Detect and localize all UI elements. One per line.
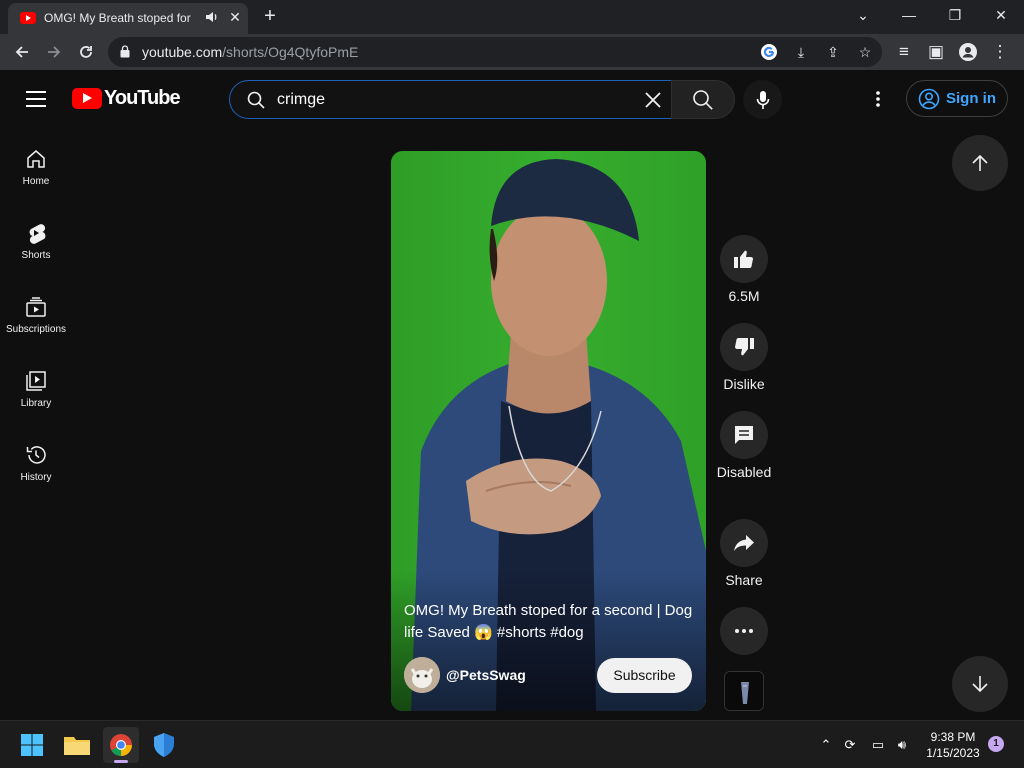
dislike-button[interactable]	[720, 323, 768, 371]
shorts-icon	[29, 224, 46, 244]
share-page-icon[interactable]: ⇪	[824, 43, 842, 61]
sign-in-button[interactable]: Sign in	[906, 80, 1008, 117]
notification-badge[interactable]: 1	[988, 736, 1004, 752]
sidebar-item-library[interactable]: Library	[0, 370, 72, 440]
channel-name[interactable]: @PetsSwag	[446, 667, 526, 683]
url-text: youtube.com/shorts/Og4QtyfoPmE	[142, 44, 359, 60]
channel-avatar[interactable]	[404, 657, 440, 693]
folder-icon	[64, 737, 90, 755]
search-icon	[247, 91, 265, 109]
shield-icon	[154, 733, 174, 757]
tab-search-icon[interactable]: ⌄	[840, 0, 886, 32]
thumbs-up-icon	[734, 250, 754, 269]
hamburger-menu-icon[interactable]	[26, 91, 46, 107]
windows-taskbar: ⌃ ⟳ ▭ 🔊︎ 9:38 PM 1/15/2023 1	[0, 720, 1024, 768]
forward-button[interactable]	[40, 38, 68, 66]
sidebar-item-label: Shorts	[21, 250, 51, 261]
sidebar-item-history[interactable]: History	[0, 444, 72, 514]
sidebar-item-label: History	[20, 472, 52, 483]
profile-icon[interactable]	[954, 38, 982, 66]
shorts-video-player[interactable]: OMG! My Breath stoped for a second | Dog…	[391, 151, 706, 711]
clock-date[interactable]: 1/15/2023	[918, 746, 988, 760]
chrome-menu-icon[interactable]: ⋮	[986, 38, 1014, 66]
sidebar-item-label: Library	[20, 398, 52, 409]
comments-button[interactable]	[720, 411, 768, 459]
bookmark-star-icon[interactable]: ☆	[856, 43, 874, 61]
comments-disabled-label: Disabled	[716, 464, 772, 480]
sidebar-item-subscriptions[interactable]: Subscriptions	[0, 296, 72, 366]
more-options-icon[interactable]	[868, 89, 888, 109]
like-button[interactable]	[720, 235, 768, 283]
sidebar-item-home[interactable]: Home	[0, 148, 72, 218]
previous-short-button[interactable]	[952, 135, 1008, 191]
history-icon	[26, 446, 46, 464]
clear-search-icon[interactable]	[640, 87, 666, 113]
sidebar-item-label: Home	[22, 176, 50, 187]
file-explorer-button[interactable]	[59, 727, 95, 763]
chrome-icon	[110, 734, 132, 756]
arrow-up-icon	[972, 154, 988, 171]
tray-overflow-icon[interactable]: ⌃	[817, 736, 835, 754]
next-short-button[interactable]	[952, 656, 1008, 712]
more-horizontal-icon	[735, 629, 753, 633]
security-taskbar-button[interactable]	[146, 727, 182, 763]
clock-time[interactable]: 9:38 PM	[918, 730, 988, 744]
youtube-favicon-icon	[20, 12, 36, 24]
media-control-icon[interactable]: ≡	[890, 38, 918, 66]
search-icon	[693, 90, 713, 110]
dislike-label: Dislike	[723, 376, 765, 392]
more-actions-button[interactable]	[720, 607, 768, 655]
thumbs-down-icon	[734, 337, 754, 356]
share-button[interactable]	[720, 519, 768, 567]
sidebar-item-shorts[interactable]: Shorts	[0, 222, 72, 292]
subscribe-button[interactable]: Subscribe	[597, 658, 692, 693]
sidebar-item-label: Subscriptions	[5, 324, 67, 335]
search-button[interactable]	[671, 80, 735, 119]
comment-icon	[735, 426, 753, 444]
windows-logo-icon	[21, 734, 43, 756]
window-close-button[interactable]: ✕	[978, 0, 1024, 32]
subscriptions-icon	[26, 297, 46, 317]
sound-thumbnail[interactable]	[724, 671, 764, 711]
start-button[interactable]	[14, 727, 50, 763]
back-button[interactable]	[8, 38, 36, 66]
arrow-down-icon	[972, 676, 988, 693]
voice-search-button[interactable]	[743, 80, 782, 119]
youtube-wordmark[interactable]: YouTube	[104, 87, 181, 110]
minimize-button[interactable]: —	[886, 0, 932, 32]
lock-icon[interactable]	[120, 45, 130, 58]
youtube-logo-icon[interactable]	[72, 88, 102, 109]
google-lens-icon[interactable]	[760, 43, 778, 61]
browser-tab-strip: OMG! My Breath stoped for a second | Dog…	[0, 0, 1024, 34]
sign-in-label: Sign in	[946, 90, 996, 107]
browser-toolbar: youtube.com/shorts/Og4QtyfoPmE ⤓ ⇪ ☆ ≡ ▣…	[0, 34, 1024, 70]
install-app-icon[interactable]: ⤓	[792, 43, 810, 61]
network-icon[interactable]: ▭	[869, 736, 887, 754]
reload-button[interactable]	[72, 38, 100, 66]
microphone-icon	[756, 91, 770, 109]
side-panel-icon[interactable]: ▣	[922, 38, 950, 66]
volume-icon[interactable]: 🔊︎	[893, 736, 911, 754]
new-tab-button[interactable]: +	[258, 4, 282, 28]
sync-icon[interactable]: ⟳	[841, 736, 859, 754]
restore-button[interactable]: ❐	[932, 0, 978, 32]
tab-audio-icon[interactable]	[204, 9, 220, 27]
chrome-taskbar-button[interactable]	[103, 727, 139, 763]
tab-title: OMG! My Breath stoped for a second | Dog…	[44, 11, 194, 25]
youtube-header: YouTube Sign in	[0, 70, 1024, 128]
search-input[interactable]	[277, 87, 617, 113]
tab-close-icon[interactable]: ✕	[226, 8, 244, 26]
share-icon	[734, 535, 754, 551]
address-bar[interactable]: youtube.com/shorts/Og4QtyfoPmE ⤓ ⇪ ☆	[108, 37, 882, 67]
browser-tab[interactable]: OMG! My Breath stoped for a second | Dog…	[8, 3, 248, 34]
search-box[interactable]	[229, 80, 672, 119]
like-count: 6.5M	[728, 288, 760, 304]
home-icon	[27, 150, 45, 168]
video-title[interactable]: OMG! My Breath stoped for a second | Dog…	[404, 600, 694, 644]
share-label: Share	[725, 572, 763, 588]
account-icon	[918, 88, 940, 110]
library-icon	[26, 371, 46, 391]
